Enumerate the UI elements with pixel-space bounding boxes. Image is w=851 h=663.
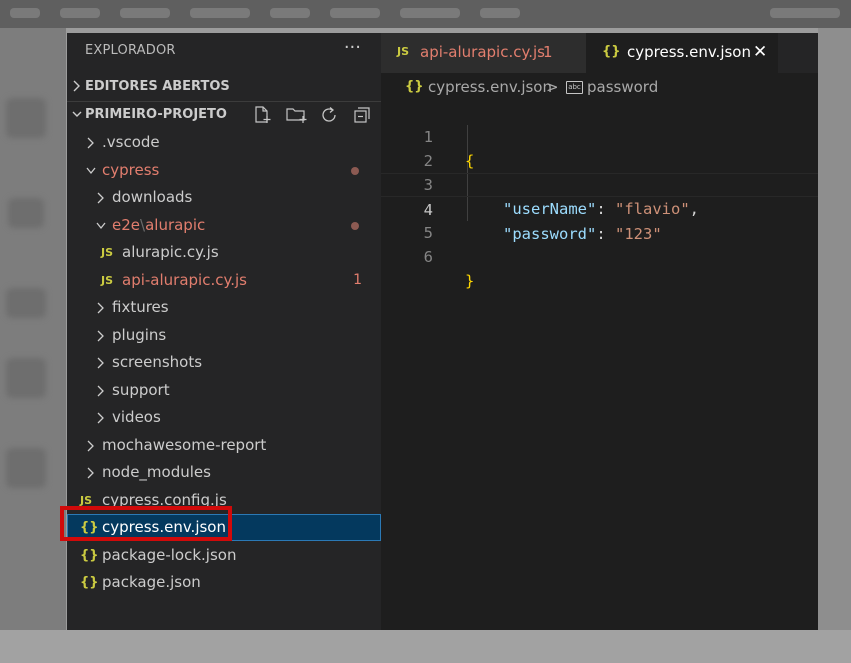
- refresh-icon[interactable]: [320, 106, 340, 124]
- code-line: 3 "userName": "flavio",: [381, 149, 818, 218]
- annotation-highlight-box: [60, 506, 232, 541]
- breadcrumb: {} cypress.env.json > abc password: [381, 73, 818, 101]
- tree-item-node-modules[interactable]: node_modules: [67, 459, 381, 486]
- code-line: 5: [381, 197, 818, 242]
- tree-item-videos[interactable]: videos: [67, 404, 381, 431]
- line-number: 6: [423, 248, 433, 266]
- tree-item-package-json[interactable]: {} package.json: [67, 569, 381, 596]
- tree-item-screenshots[interactable]: screenshots: [67, 349, 381, 376]
- chevron-right-icon: [97, 302, 104, 314]
- explorer-toolbar: [245, 106, 373, 128]
- new-folder-icon[interactable]: [286, 106, 308, 124]
- tree-item-label: package.json: [102, 573, 201, 591]
- tree-item-plugins[interactable]: plugins: [67, 322, 381, 349]
- tree-item-vscode[interactable]: .vscode: [67, 129, 381, 156]
- tree-item-label: fixtures: [112, 298, 169, 316]
- tree-item-label: api-alurapic.cy.js: [122, 271, 247, 289]
- chevron-right-icon: [87, 467, 94, 479]
- chevron-right-icon: [97, 385, 104, 397]
- tree-item-label: videos: [112, 408, 161, 426]
- json-file-icon: {}: [80, 575, 99, 590]
- string-symbol-icon: abc: [566, 81, 583, 94]
- chevron-right-icon: [97, 357, 104, 369]
- tree-item-label: node_modules: [102, 463, 211, 481]
- section-open-editors-label: EDITORES ABERTOS: [85, 79, 230, 94]
- tree-item-package-lock-json[interactable]: {} package-lock.json: [67, 542, 381, 569]
- tree-item-downloads[interactable]: downloads: [67, 184, 381, 211]
- background-left-panel: [0, 28, 66, 663]
- code-line: 6 }: [381, 221, 818, 290]
- breadcrumb-file[interactable]: cypress.env.json: [428, 73, 552, 101]
- chevron-down-icon: [86, 167, 96, 175]
- close-icon[interactable]: ✕: [753, 33, 767, 71]
- chevron-right-icon: [97, 412, 104, 424]
- tree-item-label: package-lock.json: [102, 546, 237, 564]
- modified-dot-icon: [351, 222, 359, 230]
- tree-item-label: plugins: [112, 326, 167, 344]
- chevron-right-icon: [73, 80, 80, 92]
- explorer-title: EXPLORADOR: [85, 43, 176, 58]
- tree-item-label: downloads: [112, 188, 193, 206]
- tab-label: api-alurapic.cy.js: [420, 43, 545, 61]
- tab-bar: JS api-alurapic.cy.js 1 {} cypress.env.j…: [381, 33, 818, 73]
- tree-item-e2e-alurapic[interactable]: e2e\alurapic: [67, 212, 381, 239]
- modified-dot-icon: [351, 167, 359, 175]
- chevron-right-icon: [87, 137, 94, 149]
- breadcrumb-symbol[interactable]: password: [587, 73, 658, 101]
- folder-segment-e2e: e2e: [112, 216, 141, 234]
- tree-item-mochawesome-report[interactable]: mochawesome-report: [67, 432, 381, 459]
- js-file-icon: JS: [101, 246, 114, 259]
- json-file-icon: {}: [602, 44, 621, 59]
- section-project[interactable]: PRIMEIRO-PROJETO: [67, 102, 381, 128]
- code-line: 2: [381, 125, 818, 170]
- chevron-right-icon: [87, 440, 94, 452]
- tree-item-label: screenshots: [112, 353, 203, 371]
- tree-item-label: mochawesome-report: [102, 436, 267, 454]
- tab-cypress-env-json[interactable]: {} cypress.env.json ✕: [586, 33, 778, 73]
- close-brace: }: [465, 272, 475, 290]
- json-file-icon: {}: [405, 79, 424, 94]
- tree-item-label: cypress: [102, 161, 160, 179]
- section-open-editors[interactable]: EDITORES ABERTOS: [67, 74, 381, 100]
- tab-label: cypress.env.json: [627, 43, 751, 61]
- code-line: 1 {: [381, 101, 818, 170]
- background-right-panel: [818, 28, 851, 630]
- editor-area: JS api-alurapic.cy.js 1 {} cypress.env.j…: [381, 33, 818, 630]
- tree-item-api-alurapic-js[interactable]: JS api-alurapic.cy.js 1: [67, 267, 381, 294]
- js-file-icon: JS: [101, 274, 114, 287]
- background-menubar: [0, 0, 851, 28]
- section-project-label: PRIMEIRO-PROJETO: [85, 107, 227, 122]
- chevron-down-icon: [72, 111, 82, 117]
- chevron-right-icon: >: [546, 78, 559, 96]
- tree-item-label: support: [112, 381, 170, 399]
- code-line-current: 4 "password": "123": [381, 173, 818, 243]
- background-bottom: [0, 630, 851, 663]
- tree-item-alurapic-js[interactable]: JS alurapic.cy.js: [67, 239, 381, 266]
- problem-count-badge: 1: [543, 43, 553, 61]
- ellipsis-icon[interactable]: ···: [344, 37, 361, 58]
- chevron-right-icon: [97, 330, 104, 342]
- tree-item-support[interactable]: support: [67, 377, 381, 404]
- problem-count-badge: 1: [353, 272, 362, 288]
- js-file-icon: JS: [397, 45, 410, 58]
- tab-api-alurapic-js[interactable]: JS api-alurapic.cy.js 1: [381, 33, 586, 73]
- tree-item-fixtures[interactable]: fixtures: [67, 294, 381, 321]
- tree-item-cypress[interactable]: cypress: [67, 157, 381, 184]
- tree-item-label: alurapic.cy.js: [122, 243, 219, 261]
- new-file-icon[interactable]: [253, 106, 273, 124]
- collapse-all-icon[interactable]: [353, 106, 373, 124]
- tree-item-label: e2e\alurapic: [112, 212, 205, 239]
- json-file-icon: {}: [80, 548, 99, 563]
- tree-item-label: .vscode: [102, 133, 160, 151]
- chevron-down-icon: [96, 222, 106, 230]
- folder-segment-alurapic: alurapic: [145, 216, 206, 234]
- chevron-right-icon: [97, 192, 104, 204]
